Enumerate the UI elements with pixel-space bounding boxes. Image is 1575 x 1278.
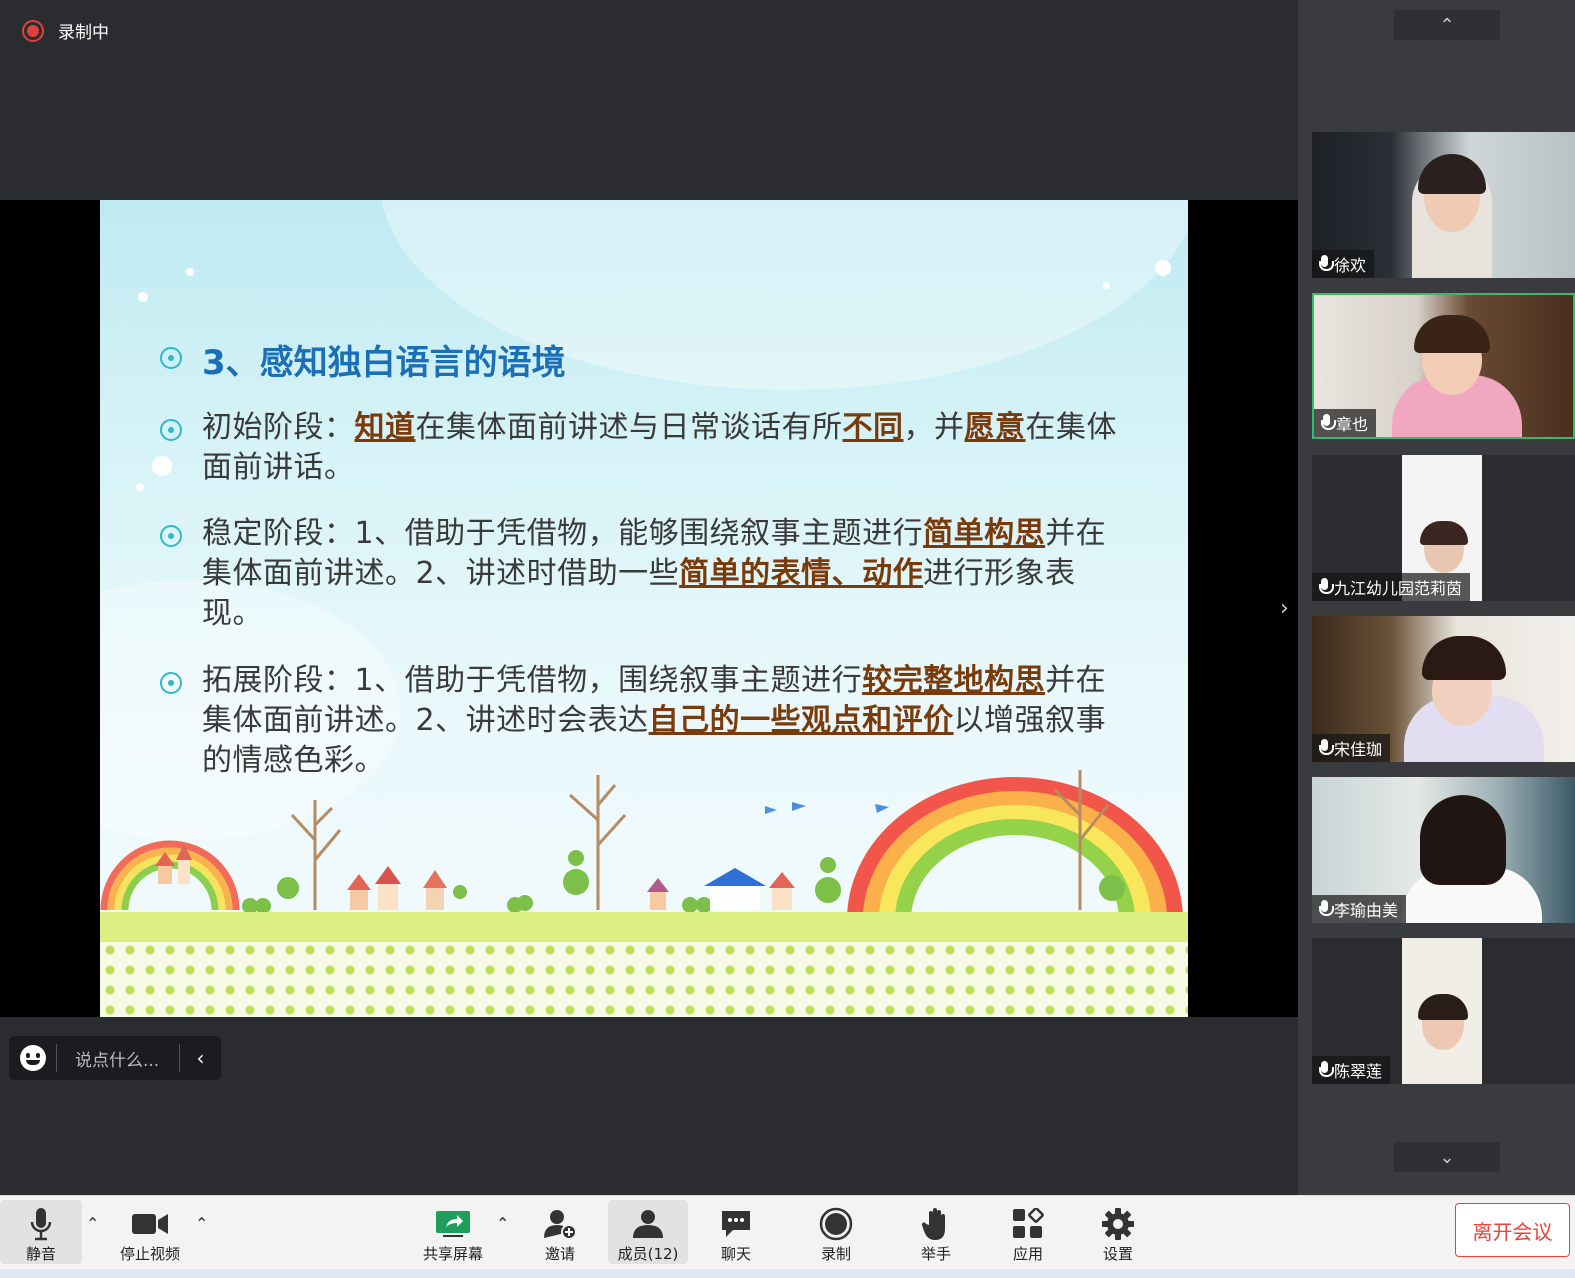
participant-name-tag: 章也 (1314, 409, 1377, 437)
add-user-icon (544, 1210, 577, 1239)
participant-tile[interactable]: 宋佳珈 (1312, 616, 1575, 762)
slide-title: 3、感知独白语言的语境 (202, 343, 566, 383)
bullet-icon (160, 672, 182, 694)
hair (1422, 636, 1506, 680)
participant-name-tag: 九江幼儿园范莉茵 (1312, 573, 1471, 601)
presentation-slide: 3、感知独白语言的语境 初始阶段：知道在集体面前讲述与日常谈话有所不同，并愿意在… (100, 200, 1188, 1017)
video-options-chevron-icon[interactable]: ⌃ (195, 1214, 208, 1233)
main-stage: 录制中 3、感知独白语言的语境 初始阶段：知道在集体面前讲述与日常谈话有所不同，… (0, 0, 1298, 1195)
microphone-icon (30, 1208, 52, 1241)
bubble-decoration (138, 292, 148, 302)
bubble-decoration (186, 268, 194, 276)
chevron-up-icon: ⌃ (1439, 14, 1455, 36)
bullet-icon (160, 419, 182, 441)
bubble-decoration (1155, 260, 1171, 276)
chat-button[interactable]: 聊天 (700, 1200, 772, 1264)
bubble-decoration (1103, 282, 1110, 289)
chat-quick-input[interactable]: 说点什么... ‹ (9, 1036, 221, 1080)
collapse-gallery-chevron-icon[interactable]: › (1280, 590, 1294, 626)
shared-screen: 3、感知独白语言的语境 初始阶段：知道在集体面前讲述与日常谈话有所不同，并愿意在… (0, 200, 1298, 1017)
dotted-pattern (100, 940, 1188, 1017)
participant-tile[interactable]: 陈翠莲 (1312, 938, 1575, 1084)
emoji-button[interactable] (9, 1044, 57, 1072)
meeting-toolbar: 静音 ⌃ 停止视频 ⌃ 共享屏幕 ⌃ 邀请 成员(12) 聊天 录制 举手 应用… (0, 1195, 1575, 1278)
bubble-decoration (152, 456, 172, 476)
hair (1418, 154, 1486, 194)
chat-bubble-icon (722, 1211, 750, 1237)
gear-icon (1102, 1208, 1134, 1240)
apps-button[interactable]: 应用 (992, 1200, 1064, 1264)
participant-tile[interactable]: 九江幼儿园范莉茵 (1312, 455, 1575, 601)
slide-text: 在集体面前讲述与日常谈话有所 (415, 410, 843, 445)
share-options-chevron-icon[interactable]: ⌃ (496, 1214, 509, 1233)
hair (1418, 994, 1468, 1020)
invite-button[interactable]: 邀请 (522, 1200, 598, 1264)
chevron-left-icon[interactable]: ‹ (179, 1044, 221, 1072)
slide-text: 稳定阶段：1、借助于凭借物，能够围绕叙事主题进行 (202, 516, 924, 551)
participant-name-tag: 李瑜由美 (1312, 895, 1407, 923)
microphone-icon (1318, 739, 1334, 757)
participant-tile[interactable]: 徐欢 (1312, 132, 1575, 278)
participant-name-tag: 陈翠莲 (1312, 1056, 1391, 1084)
participant-name-tag: 宋佳珈 (1312, 734, 1391, 762)
microphone-icon (1320, 414, 1336, 432)
slide-paragraph-stable: 稳定阶段：1、借助于凭借物，能够围绕叙事主题进行简单构思并在集体面前讲述。2、讲… (202, 514, 1132, 634)
record-dot-icon (22, 19, 44, 42)
microphone-icon (1318, 255, 1334, 273)
slide-paragraph-initial: 初始阶段：知道在集体面前讲述与日常谈话有所不同，并愿意在集体面前讲话。 (202, 408, 1132, 488)
slide-keyword: 知道 (354, 410, 416, 445)
emoji-icon (19, 1045, 46, 1071)
recording-indicator: 录制中 (22, 18, 109, 43)
slide-keyword: 自己的一些观点和评价 (648, 703, 954, 738)
leave-meeting-button[interactable]: 离开会议 (1455, 1203, 1570, 1257)
share-screen-button[interactable]: 共享屏幕 (412, 1200, 494, 1264)
chevron-down-icon: ⌄ (1439, 1146, 1455, 1168)
bullet-icon (160, 347, 182, 369)
taskbar-edge (0, 1269, 1575, 1278)
scenery-illustration (100, 770, 1183, 920)
hair (1420, 795, 1506, 885)
slide-text: 拓展阶段：1、借助于凭借物，围绕叙事主题进行 (202, 663, 863, 698)
microphone-icon (1318, 578, 1334, 596)
microphone-icon (1318, 1061, 1334, 1079)
slide-keyword: 不同 (842, 410, 904, 445)
slide-keyword: 简单的表情、动作 (679, 556, 924, 591)
share-screen-icon (436, 1211, 470, 1237)
recording-label: 录制中 (58, 23, 109, 43)
participant-tile[interactable]: 李瑜由美 (1312, 777, 1575, 923)
hair (1420, 521, 1468, 545)
hand-icon (921, 1208, 945, 1240)
participant-gallery: ⌃ 徐欢 章也 九江幼儿园范莉茵 宋佳珈 李瑜由美 陈翠莲 ⌄ (1298, 0, 1575, 1195)
meeting-window: 录制中 3、感知独白语言的语境 初始阶段：知道在集体面前讲述与日常谈话有所不同，… (0, 0, 1575, 1278)
apps-grid-icon (1013, 1208, 1044, 1238)
bubble-decoration (136, 483, 144, 491)
big-rainbow (847, 777, 1183, 920)
bullet-icon (160, 525, 182, 547)
raise-hand-button[interactable]: 举手 (900, 1200, 972, 1264)
slide-keyword: 简单构思 (923, 516, 1046, 551)
gallery-page-down-button[interactable]: ⌄ (1394, 1142, 1500, 1172)
slide-text: 初始阶段： (202, 410, 355, 445)
settings-button[interactable]: 设置 (1082, 1200, 1154, 1264)
bushes (242, 850, 1125, 914)
mute-button[interactable]: 静音 (0, 1200, 82, 1264)
audio-options-chevron-icon[interactable]: ⌃ (86, 1214, 99, 1233)
gallery-page-up-button[interactable]: ⌃ (1394, 10, 1500, 40)
record-button[interactable]: 录制 (800, 1200, 872, 1264)
participant-name-tag: 徐欢 (1312, 250, 1375, 278)
members-icon (633, 1210, 663, 1238)
microphone-icon (1318, 900, 1334, 918)
record-icon (819, 1207, 853, 1241)
members-button[interactable]: 成员(12) (608, 1200, 688, 1264)
birds (765, 802, 889, 814)
chat-input-placeholder[interactable]: 说点什么... (57, 1046, 179, 1071)
slide-keyword: 愿意 (964, 410, 1026, 445)
stop-video-button[interactable]: 停止视频 (108, 1200, 192, 1264)
participant-tile-active-speaker[interactable]: 章也 (1312, 293, 1575, 439)
slide-keyword: 较完整地构思 (862, 663, 1046, 698)
portrait-video (1402, 938, 1482, 1084)
hair (1414, 315, 1490, 353)
slide-text: ，并 (903, 410, 965, 445)
video-camera-icon (132, 1214, 168, 1234)
